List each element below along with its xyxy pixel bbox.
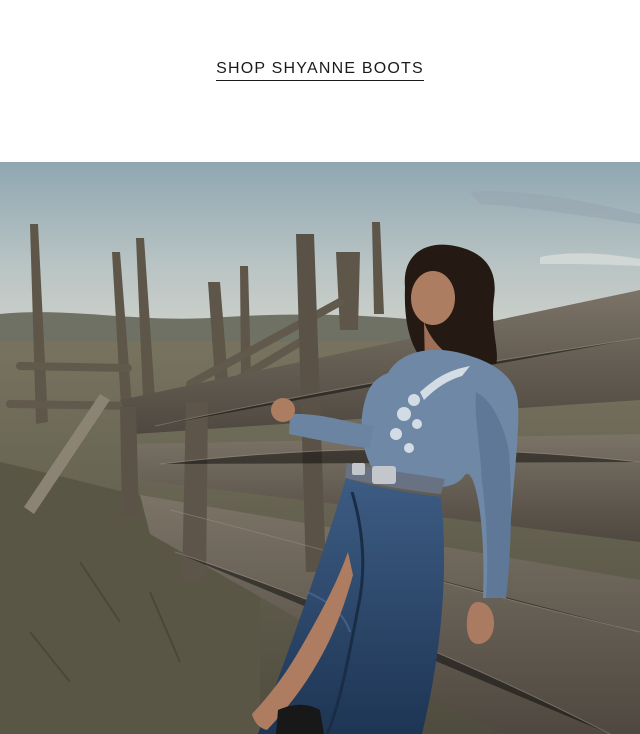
hero-image[interactable] (0, 162, 640, 734)
promo-page: SHOP SHYANNE BOOTS (0, 0, 640, 734)
shop-shyanne-boots-link[interactable]: SHOP SHYANNE BOOTS (0, 60, 640, 81)
shop-shyanne-boots-label: SHOP SHYANNE BOOTS (216, 60, 424, 81)
hero-photo-illustration (0, 162, 640, 734)
promo-header: SHOP SHYANNE BOOTS (0, 0, 640, 162)
